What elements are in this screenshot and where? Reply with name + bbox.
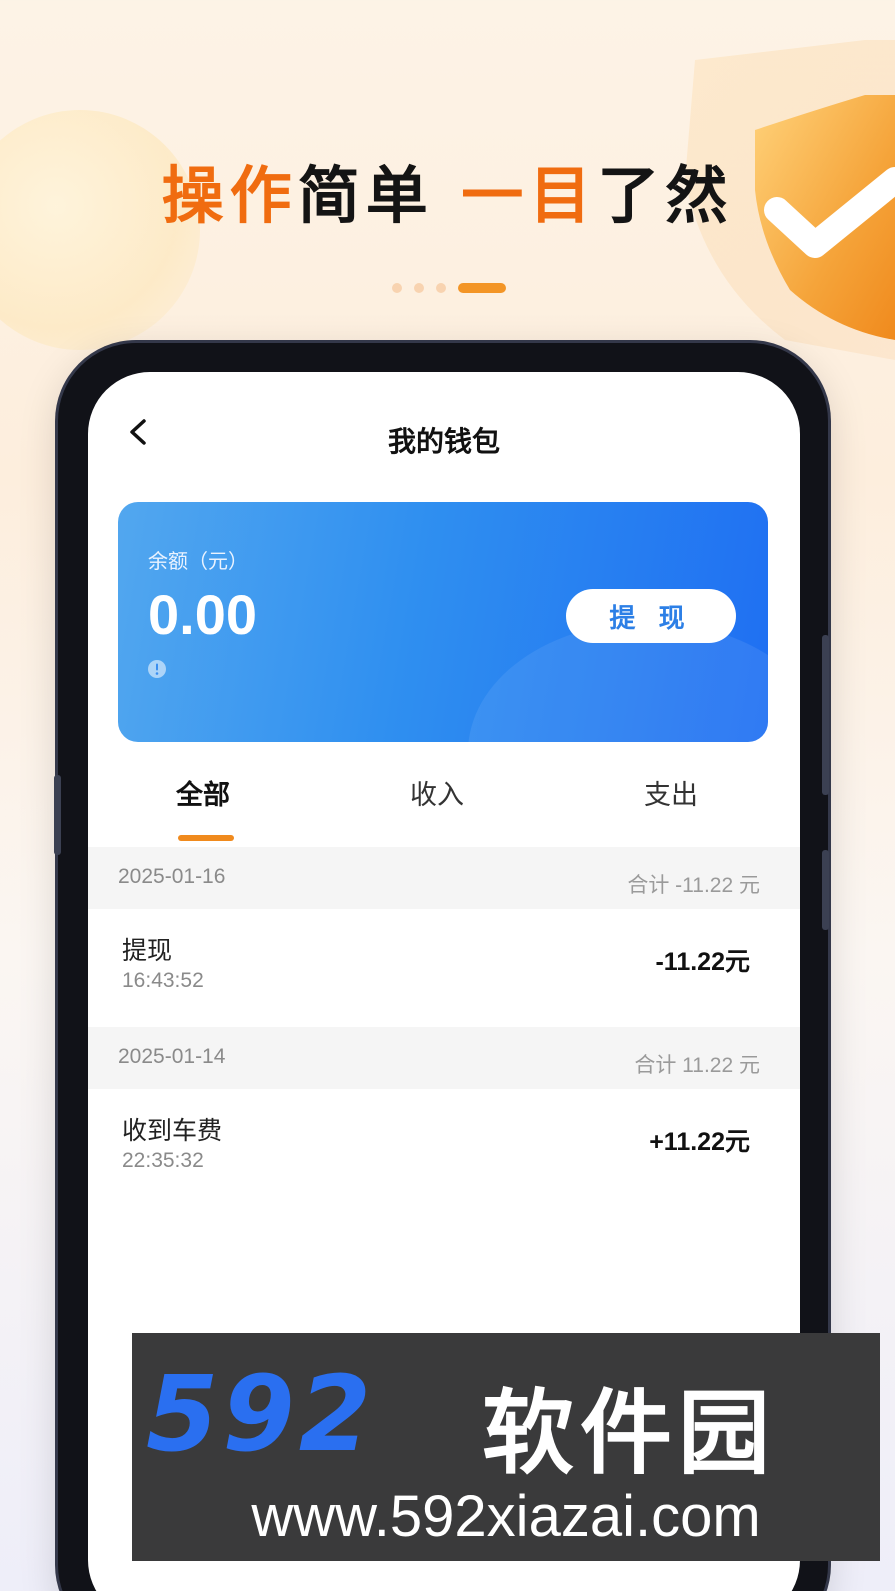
filter-tabs: 全部 收入 支出 [88,757,800,847]
tab-active-indicator [178,835,234,841]
transaction-name: 提现 [122,936,173,965]
transaction-amount: +11.22元 [649,1128,750,1156]
tab-income[interactable]: 收入 [410,773,464,812]
nav-bar: 我的钱包 [88,372,800,492]
watermark-logo: 592 软件园 [132,1353,880,1487]
page-title: 我的钱包 [387,425,500,458]
watermark-url: www.592xiazai.com [251,1484,761,1549]
carousel-indicator [392,283,506,293]
transaction-time: 22:35:32 [122,1149,204,1172]
headline-part-2: 简单 [297,159,434,232]
phone-side-button [822,850,829,930]
headline-part-3: 一目 [461,159,598,232]
group-date: 2025-01-16 [118,865,226,888]
carousel-dot[interactable] [392,283,402,293]
phone-volume-button [54,775,61,855]
tab-expense[interactable]: 支出 [644,773,698,812]
watermark-number: 592 [146,1353,376,1475]
transaction-name: 收到车费 [122,1116,223,1145]
transaction-row[interactable]: 提现 16:43:52 -11.22元 [88,909,800,1027]
headline-part-4: 了然 [597,159,734,232]
phone-power-button [822,635,829,795]
wallet-card: 余额（元） 0.00 提 现 [118,502,768,742]
group-date: 2025-01-14 [118,1045,226,1068]
promo-headline: 操作简单 一目了然 [0,145,895,235]
transaction-row[interactable]: 收到车费 22:35:32 +11.22元 [88,1089,800,1207]
transaction-amount: -11.22元 [655,948,750,976]
info-icon[interactable] [147,659,167,679]
tab-all[interactable]: 全部 [176,773,230,812]
watermark-text: 软件园 [482,1380,777,1487]
headline-part-1: 操作 [161,159,298,232]
group-total: 合计 11.22 元 [634,1054,760,1077]
carousel-dot[interactable] [436,283,446,293]
carousel-dot[interactable] [414,283,424,293]
date-group-header: 2025-01-16 合计 -11.22 元 [88,847,800,909]
date-group-header: 2025-01-14 合计 11.22 元 [88,1027,800,1089]
site-watermark: 592 软件园 www.592xiazai.com [132,1333,880,1561]
group-total: 合计 -11.22 元 [627,874,760,897]
balance-value: 0.00 [148,583,257,646]
transaction-time: 16:43:52 [122,969,204,992]
withdraw-button[interactable]: 提 现 [566,589,736,643]
carousel-dot-active[interactable] [458,283,506,293]
balance-label: 余额（元） [148,549,248,573]
